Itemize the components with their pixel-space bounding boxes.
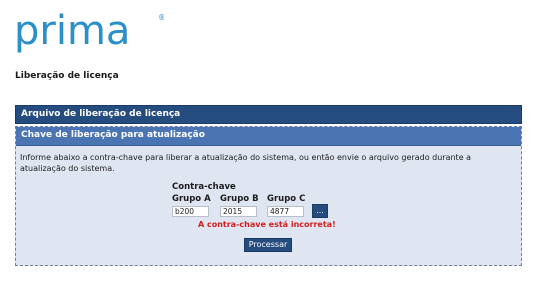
grupo-b-input[interactable]	[220, 206, 257, 217]
grupo-c-input[interactable]	[267, 206, 304, 217]
page-title: Liberação de licença	[15, 71, 119, 81]
processar-button[interactable]: Processar	[244, 238, 292, 252]
registered-mark: ®	[158, 13, 164, 22]
key-section-panel: Chave de liberação para atualização Info…	[15, 126, 522, 266]
contra-chave-label: Contra-chave	[172, 182, 236, 192]
key-section-label: Chave de liberação para atualização	[21, 130, 205, 140]
grupo-b-label: Grupo B	[220, 194, 259, 204]
file-section-label: Arquivo de liberação de licença	[21, 109, 181, 119]
prima-logo: prima ®	[14, 10, 164, 54]
more-options-button[interactable]: ...	[312, 204, 328, 218]
error-message: A contra-chave está incorreta!	[198, 220, 336, 229]
file-section-bar[interactable]: Arquivo de liberação de licença	[15, 105, 522, 124]
instructions-text: Informe abaixo a contra-chave para liber…	[20, 153, 472, 173]
grupo-c-label: Grupo C	[267, 194, 306, 204]
key-section-header[interactable]: Chave de liberação para atualização	[16, 127, 521, 146]
grupo-a-input[interactable]	[172, 206, 209, 217]
prima-logo-text: prima	[14, 10, 130, 54]
grupo-a-label: Grupo A	[172, 194, 211, 204]
